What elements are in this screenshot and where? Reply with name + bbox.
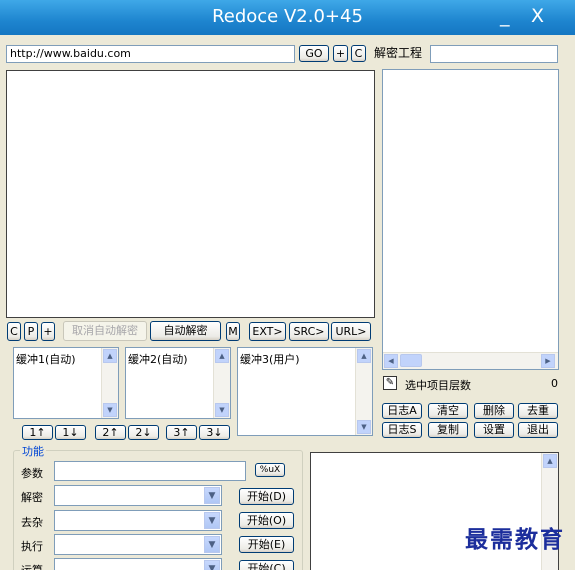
- auto-decrypt-button[interactable]: 自动解密: [150, 321, 221, 341]
- watermark-logo: 最需教育: [465, 526, 565, 553]
- buffer-1[interactable]: 缓冲1(自动) ▲ ▼: [13, 347, 119, 419]
- scroll-up-icon[interactable]: ▲: [543, 454, 557, 468]
- buffer-1-scrollbar[interactable]: ▲ ▼: [101, 348, 118, 418]
- url-plus-button[interactable]: +: [333, 45, 348, 62]
- decrypt-label: 解密: [21, 491, 43, 504]
- url-input[interactable]: http://www.baidu.com: [6, 45, 295, 63]
- function-group-label: 功能: [20, 443, 46, 459]
- go-button[interactable]: GO: [299, 45, 329, 62]
- calc-label: 运算: [21, 562, 43, 570]
- buffer-2[interactable]: 缓冲2(自动) ▲ ▼: [125, 347, 231, 419]
- decrypt-project-label: 解密工程: [374, 46, 423, 60]
- log-a-button[interactable]: 日志A: [382, 403, 422, 419]
- close-button[interactable]: X: [531, 5, 544, 27]
- decrypt-project-input[interactable]: [430, 45, 558, 63]
- buffer-1-label: 缓冲1(自动): [16, 353, 76, 366]
- toolbar-c-button[interactable]: C: [7, 322, 21, 341]
- title-bar: Redoce V2.0+45 _ X: [0, 0, 575, 35]
- buffer-1-down-button[interactable]: 1↓: [55, 425, 86, 440]
- exec-label: 执行: [21, 540, 43, 553]
- percent-u-button[interactable]: %uX: [255, 463, 285, 477]
- scroll-left-icon[interactable]: ◀: [384, 354, 398, 368]
- edit-icon[interactable]: ✎: [383, 376, 397, 390]
- buffer-1-up-button[interactable]: 1↑: [22, 425, 53, 440]
- toolbar-plus-button[interactable]: +: [41, 322, 55, 341]
- clear-button[interactable]: 清空: [428, 403, 468, 419]
- selected-level-label: 选中项目层数: [405, 379, 471, 392]
- buffer-2-up-button[interactable]: 2↑: [95, 425, 126, 440]
- decrypt-select[interactable]: ▼: [54, 485, 222, 506]
- settings-button[interactable]: 设置: [474, 422, 514, 438]
- calc-start-button[interactable]: 开始(C): [239, 560, 294, 570]
- scroll-up-icon[interactable]: ▲: [103, 349, 117, 363]
- scroll-down-icon[interactable]: ▼: [103, 403, 117, 417]
- buffer-2-down-button[interactable]: 2↓: [128, 425, 159, 440]
- delete-button[interactable]: 删除: [474, 403, 514, 419]
- buffer-3-down-button[interactable]: 3↓: [199, 425, 230, 440]
- exec-start-button[interactable]: 开始(E): [239, 536, 294, 553]
- buffer-3-scrollbar[interactable]: ▲ ▼: [355, 348, 372, 435]
- buffer-3-up-button[interactable]: 3↑: [166, 425, 197, 440]
- browser-pane[interactable]: [6, 70, 375, 318]
- app-window: Redoce V2.0+45 _ X http://www.baidu.com …: [0, 0, 575, 570]
- clean-label: 去杂: [21, 516, 43, 529]
- param-input[interactable]: [54, 461, 246, 481]
- window-title: Redoce V2.0+45: [212, 6, 363, 27]
- scroll-up-icon[interactable]: ▲: [215, 349, 229, 363]
- tree-scroll-thumb[interactable]: [400, 354, 422, 367]
- exec-select[interactable]: ▼: [54, 534, 222, 555]
- chevron-down-icon[interactable]: ▼: [204, 512, 220, 529]
- calc-select[interactable]: ▼: [54, 558, 222, 570]
- chevron-down-icon[interactable]: ▼: [204, 560, 220, 570]
- exit-button[interactable]: 退出: [518, 422, 558, 438]
- buffer-3-label: 缓冲3(用户): [240, 353, 300, 366]
- minimize-button[interactable]: _: [500, 5, 510, 27]
- tree-hscrollbar[interactable]: ◀ ▶: [383, 352, 558, 369]
- clean-start-button[interactable]: 开始(O): [239, 512, 294, 529]
- url-button[interactable]: URL>: [331, 322, 371, 341]
- decrypt-start-button[interactable]: 开始(D): [239, 488, 294, 505]
- ext-button[interactable]: EXT>: [249, 322, 286, 341]
- dedupe-button[interactable]: 去重: [518, 403, 558, 419]
- chevron-down-icon[interactable]: ▼: [204, 536, 220, 553]
- cancel-auto-decrypt-button[interactable]: 取消自动解密: [63, 321, 147, 341]
- log-s-button[interactable]: 日志S: [382, 422, 422, 438]
- src-button[interactable]: SRC>: [289, 322, 329, 341]
- copy-button[interactable]: 复制: [428, 422, 468, 438]
- selected-level-count: 0: [551, 377, 558, 390]
- scroll-up-icon[interactable]: ▲: [357, 349, 371, 363]
- param-label: 参数: [21, 467, 43, 480]
- chevron-down-icon[interactable]: ▼: [204, 487, 220, 504]
- url-c-button[interactable]: C: [351, 45, 366, 62]
- scroll-down-icon[interactable]: ▼: [357, 420, 371, 434]
- toolbar-p-button[interactable]: P: [24, 322, 38, 341]
- scroll-down-icon[interactable]: ▼: [215, 403, 229, 417]
- buffer-2-label: 缓冲2(自动): [128, 353, 188, 366]
- toolbar-m-button[interactable]: M: [226, 322, 240, 341]
- buffer-2-scrollbar[interactable]: ▲ ▼: [213, 348, 230, 418]
- buffer-3[interactable]: 缓冲3(用户) ▲ ▼: [237, 347, 373, 436]
- project-tree[interactable]: ◀ ▶: [382, 69, 559, 370]
- scroll-right-icon[interactable]: ▶: [541, 354, 555, 368]
- clean-select[interactable]: ▼: [54, 510, 222, 531]
